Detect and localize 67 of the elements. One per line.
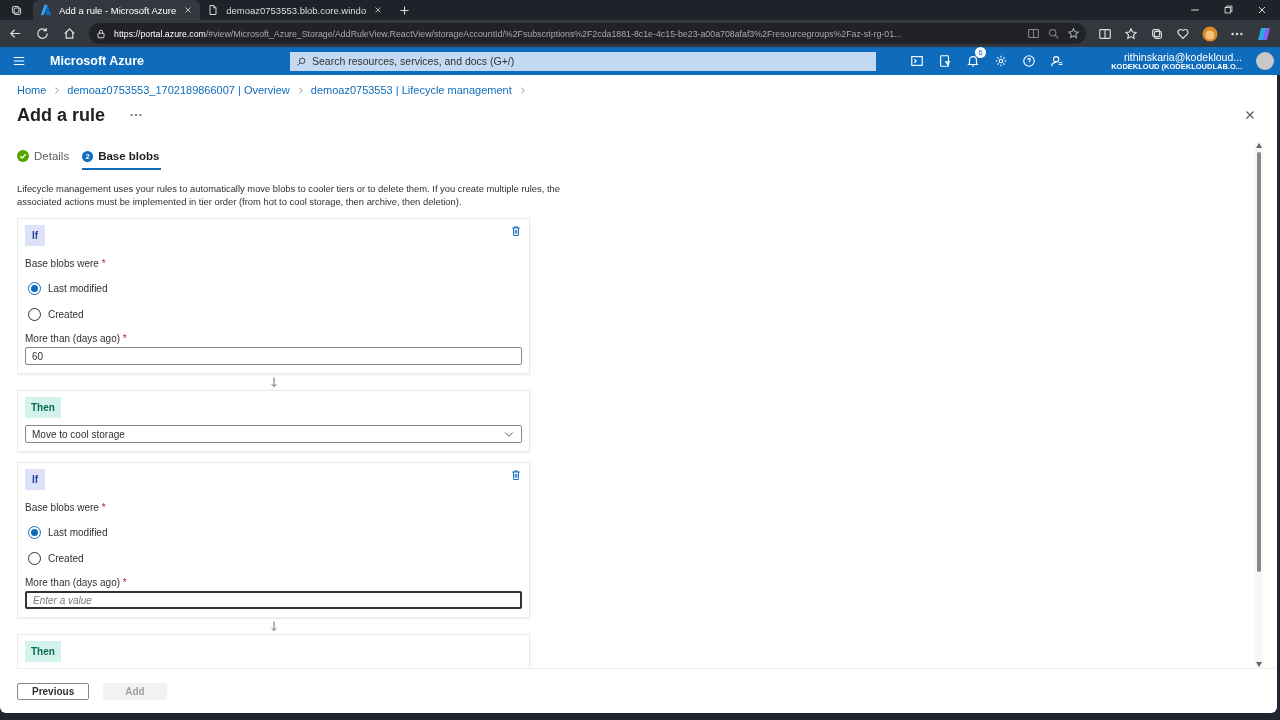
close-icon[interactable] (183, 5, 194, 15)
radio-option[interactable]: Last modified (25, 282, 108, 295)
chevron-right-icon (52, 85, 62, 95)
new-tab-icon[interactable] (398, 3, 412, 17)
required-mark: * (122, 577, 127, 588)
then-label: Then (25, 641, 61, 662)
favorite-icon[interactable] (1067, 27, 1080, 40)
then-label: Then (25, 397, 61, 418)
collections-icon[interactable] (1150, 26, 1164, 41)
required-mark: * (122, 333, 127, 344)
close-icon[interactable] (1256, 4, 1268, 16)
breadcrumb-link[interactable]: demoaz0753553_1702189866007 | Overview (67, 84, 290, 96)
scroll-up-icon[interactable] (1256, 143, 1262, 148)
if-label: If (25, 225, 46, 246)
split-screen-icon[interactable] (1098, 26, 1112, 41)
required-mark: * (101, 258, 106, 269)
field-label: More than (days ago) (25, 333, 121, 344)
radio-option[interactable]: Created (25, 552, 84, 565)
check-icon (17, 150, 29, 162)
days-input[interactable]: 60 (25, 347, 522, 365)
refresh-icon[interactable] (35, 26, 50, 41)
azure-logo-icon (40, 4, 52, 16)
trash-icon[interactable] (510, 225, 522, 237)
browser-tab[interactable]: demoaz0753553.blob.core.windo (200, 0, 391, 20)
breadcrumb-link[interactable]: demoaz0753553 | Lifecycle management (310, 84, 512, 96)
help-icon[interactable] (1022, 54, 1036, 68)
search-field[interactable]: Search resources, services, and docs (G+/) (290, 51, 876, 71)
if-label: If (25, 469, 46, 490)
avatar[interactable] (1256, 52, 1274, 70)
page-title: Add a rule (17, 104, 105, 126)
profile-avatar[interactable] (1202, 25, 1218, 42)
split-icon[interactable] (1027, 27, 1040, 40)
notification-count: 6 (975, 47, 986, 58)
radio-option[interactable]: Last modified (25, 526, 108, 539)
scrollbar[interactable] (1255, 142, 1263, 668)
field-label: Base blobs were (25, 502, 99, 513)
close-icon[interactable] (373, 5, 384, 15)
scroll-down-icon[interactable] (1256, 662, 1262, 667)
terminal-icon[interactable] (910, 54, 924, 68)
required-mark: * (101, 502, 106, 513)
days-input[interactable]: Enter a value (25, 591, 522, 609)
action-dropdown[interactable]: Move to cool storage (25, 425, 522, 443)
notifications-icon[interactable] (966, 54, 980, 68)
restore-icon[interactable] (1223, 4, 1234, 15)
favorites-icon[interactable] (1124, 26, 1138, 41)
home-icon[interactable] (62, 26, 77, 41)
field-label: Base blobs were (25, 258, 99, 269)
workspaces-icon[interactable] (10, 3, 23, 17)
portal-brand[interactable]: Microsoft Azure (50, 54, 276, 68)
heart-icon[interactable] (1176, 26, 1190, 41)
field-label: More than (days ago) (25, 577, 121, 588)
menu-icon[interactable] (12, 54, 26, 68)
address-bar[interactable]: https://portal.azure.com/#view/Microsoft_Azure_Storage/AddRuleView.ReactView/storageAccountId/%2Fsubscriptions%2F2cda1881-8c1e-4c15-be23-a00a708afaf3%2Fresourcegroups%2Faz-st-rg-01... (89, 23, 1086, 44)
user-name[interactable]: rithinskaria@kodekloud... (1123, 50, 1242, 63)
search-icon (296, 55, 307, 67)
document-icon (207, 4, 220, 16)
browser-tab[interactable]: Add a rule - Microsoft Azure (33, 0, 201, 20)
wizard-tab[interactable]: Details (17, 150, 71, 170)
radio-option[interactable]: Created (25, 308, 84, 321)
lock-icon (95, 27, 107, 40)
previous-button[interactable]: Previous (17, 682, 90, 700)
description-text: Lifecycle management uses your rules to automatically move blobs to cooler tiers or to delete them. If you create multiple rules, the associated actions must be implemented in tier order (from hot to cool storage, then archive, then deletion). (17, 182, 561, 208)
breadcrumb-link[interactable]: Home (17, 84, 47, 96)
copilot-icon[interactable] (1256, 25, 1272, 42)
settings-icon[interactable] (994, 54, 1008, 68)
zoom-icon[interactable] (1047, 27, 1060, 40)
trash-icon[interactable] (510, 469, 522, 481)
